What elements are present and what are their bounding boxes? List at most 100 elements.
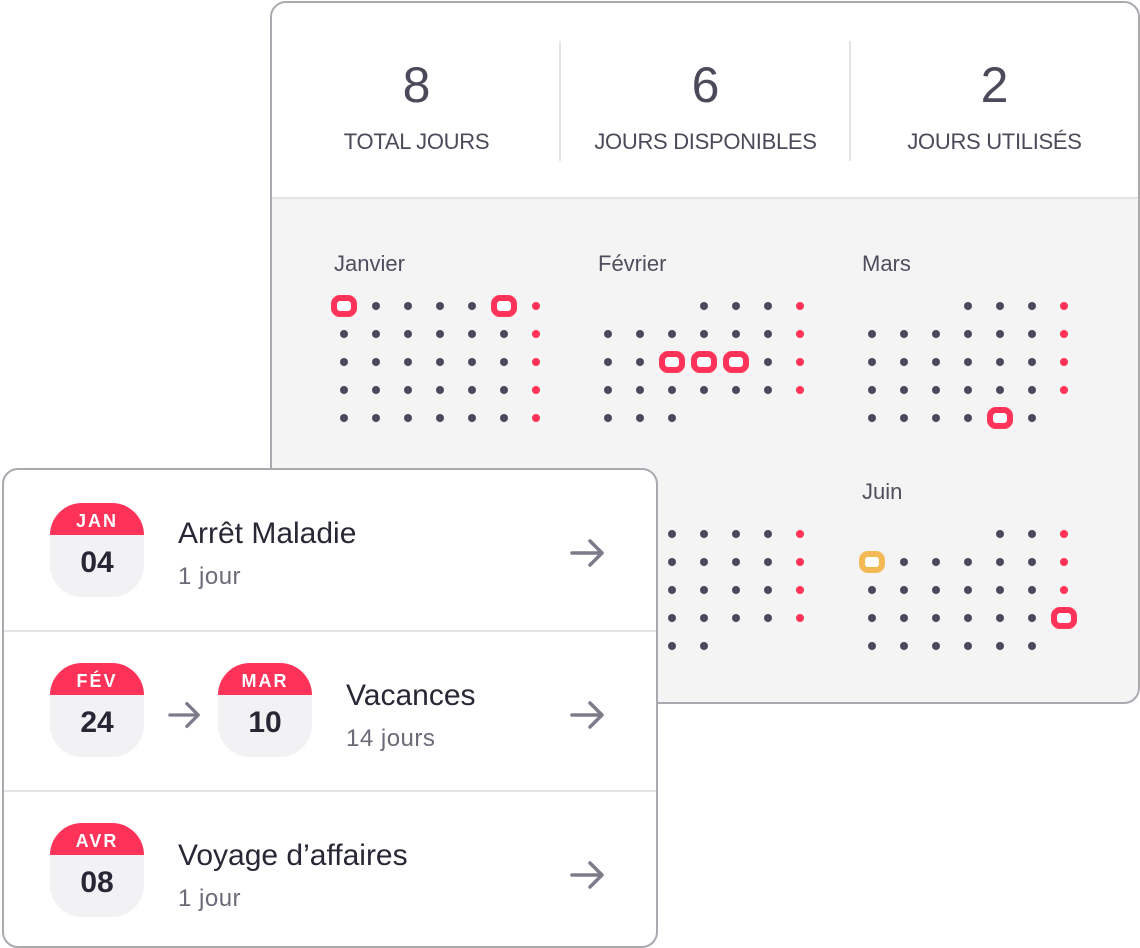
calendar-day-dot[interactable] xyxy=(732,530,740,538)
calendar-day-dot[interactable] xyxy=(636,358,644,366)
calendar-day-dot[interactable] xyxy=(340,414,348,422)
arrow-right-icon[interactable] xyxy=(570,860,606,890)
calendar-day-marked[interactable] xyxy=(723,351,749,373)
calendar-day-dot[interactable] xyxy=(732,586,740,594)
calendar-day-dot[interactable] xyxy=(404,302,412,310)
calendar-day-dot[interactable] xyxy=(404,386,412,394)
calendar-day-dot[interactable] xyxy=(340,358,348,366)
calendar-day-dot[interactable] xyxy=(668,330,676,338)
calendar-day-weekend[interactable] xyxy=(796,586,804,594)
calendar-day-dot[interactable] xyxy=(372,386,380,394)
calendar-day-dot[interactable] xyxy=(868,586,876,594)
calendar-day-dot[interactable] xyxy=(764,614,772,622)
calendar-day-dot[interactable] xyxy=(636,330,644,338)
calendar-day-weekend[interactable] xyxy=(796,330,804,338)
calendar-day-dot[interactable] xyxy=(764,530,772,538)
calendar-day-weekend[interactable] xyxy=(532,358,540,366)
calendar-day-weekend[interactable] xyxy=(796,558,804,566)
calendar-day-dot[interactable] xyxy=(668,642,676,650)
calendar-day-weekend[interactable] xyxy=(1060,586,1068,594)
calendar-day-dot[interactable] xyxy=(636,386,644,394)
arrow-right-icon[interactable] xyxy=(570,538,606,568)
absence-row[interactable]: FÉV 24 MAR 10 Vacances 14 jours xyxy=(4,630,656,792)
calendar-day-dot[interactable] xyxy=(1028,414,1036,422)
calendar-day-dot[interactable] xyxy=(868,386,876,394)
calendar-day-dot[interactable] xyxy=(372,414,380,422)
calendar-day-dot[interactable] xyxy=(500,330,508,338)
calendar-day-weekend[interactable] xyxy=(796,358,804,366)
calendar-day-dot[interactable] xyxy=(764,302,772,310)
calendar-day-dot[interactable] xyxy=(764,586,772,594)
calendar-day-marked[interactable] xyxy=(987,407,1013,429)
calendar-day-weekend[interactable] xyxy=(1060,302,1068,310)
absence-row[interactable]: AVR 08 Voyage d’affaires 1 jour xyxy=(4,790,656,946)
calendar-day-dot[interactable] xyxy=(932,358,940,366)
calendar-day-dot[interactable] xyxy=(732,330,740,338)
calendar-day-dot[interactable] xyxy=(500,386,508,394)
calendar-day-dot[interactable] xyxy=(900,330,908,338)
calendar-day-dot[interactable] xyxy=(964,358,972,366)
calendar-day-dot[interactable] xyxy=(1028,586,1036,594)
calendar-day-weekend[interactable] xyxy=(532,386,540,394)
calendar-day-marked[interactable] xyxy=(331,295,357,317)
calendar-day-dot[interactable] xyxy=(900,586,908,594)
calendar-day-dot[interactable] xyxy=(700,302,708,310)
calendar-day-weekend[interactable] xyxy=(1060,358,1068,366)
calendar-day-dot[interactable] xyxy=(996,530,1004,538)
calendar-day-dot[interactable] xyxy=(932,386,940,394)
calendar-day-weekend[interactable] xyxy=(796,530,804,538)
calendar-day-dot[interactable] xyxy=(932,614,940,622)
calendar-day-marked[interactable] xyxy=(691,351,717,373)
calendar-day-dot[interactable] xyxy=(1028,386,1036,394)
calendar-day-dot[interactable] xyxy=(900,642,908,650)
calendar-day-dot[interactable] xyxy=(372,358,380,366)
calendar-day-dot[interactable] xyxy=(868,330,876,338)
calendar-day-dot[interactable] xyxy=(604,358,612,366)
calendar-day-dot[interactable] xyxy=(1028,642,1036,650)
calendar-day-dot[interactable] xyxy=(732,302,740,310)
calendar-day-weekend[interactable] xyxy=(532,330,540,338)
calendar-day-dot[interactable] xyxy=(932,414,940,422)
arrow-right-icon[interactable] xyxy=(570,700,606,730)
calendar-day-dot[interactable] xyxy=(964,558,972,566)
calendar-day-dot[interactable] xyxy=(700,642,708,650)
calendar-day-dot[interactable] xyxy=(372,302,380,310)
calendar-day-weekend[interactable] xyxy=(1060,330,1068,338)
calendar-day-weekend[interactable] xyxy=(1060,386,1068,394)
calendar-day-dot[interactable] xyxy=(340,386,348,394)
calendar-day-dot[interactable] xyxy=(932,330,940,338)
calendar-day-weekend[interactable] xyxy=(1060,558,1068,566)
calendar-day-marked[interactable] xyxy=(1051,607,1077,629)
calendar-day-dot[interactable] xyxy=(764,330,772,338)
calendar-day-dot[interactable] xyxy=(668,386,676,394)
calendar-day-dot[interactable] xyxy=(436,414,444,422)
calendar-day-dot[interactable] xyxy=(732,558,740,566)
calendar-day-dot[interactable] xyxy=(700,386,708,394)
calendar-day-dot[interactable] xyxy=(468,330,476,338)
calendar-day-dot[interactable] xyxy=(996,642,1004,650)
calendar-day-weekend[interactable] xyxy=(532,302,540,310)
calendar-day-dot[interactable] xyxy=(868,358,876,366)
calendar-day-dot[interactable] xyxy=(668,614,676,622)
calendar-day-dot[interactable] xyxy=(996,614,1004,622)
calendar-day-dot[interactable] xyxy=(964,414,972,422)
calendar-day-weekend[interactable] xyxy=(796,302,804,310)
calendar-day-dot[interactable] xyxy=(964,302,972,310)
calendar-day-dot[interactable] xyxy=(964,330,972,338)
calendar-day-dot[interactable] xyxy=(868,614,876,622)
calendar-day-dot[interactable] xyxy=(900,558,908,566)
calendar-day-dot[interactable] xyxy=(404,414,412,422)
calendar-day-dot[interactable] xyxy=(964,586,972,594)
calendar-day-dot[interactable] xyxy=(500,358,508,366)
calendar-day-dot[interactable] xyxy=(340,330,348,338)
calendar-day-dot[interactable] xyxy=(764,558,772,566)
calendar-day-dot[interactable] xyxy=(996,586,1004,594)
calendar-day-dot[interactable] xyxy=(900,414,908,422)
calendar-day-dot[interactable] xyxy=(732,614,740,622)
calendar-day-dot[interactable] xyxy=(932,558,940,566)
calendar-day-dot[interactable] xyxy=(996,386,1004,394)
calendar-day-dot[interactable] xyxy=(604,330,612,338)
calendar-day-weekend[interactable] xyxy=(532,414,540,422)
calendar-day-dot[interactable] xyxy=(996,330,1004,338)
calendar-day-dot[interactable] xyxy=(900,358,908,366)
